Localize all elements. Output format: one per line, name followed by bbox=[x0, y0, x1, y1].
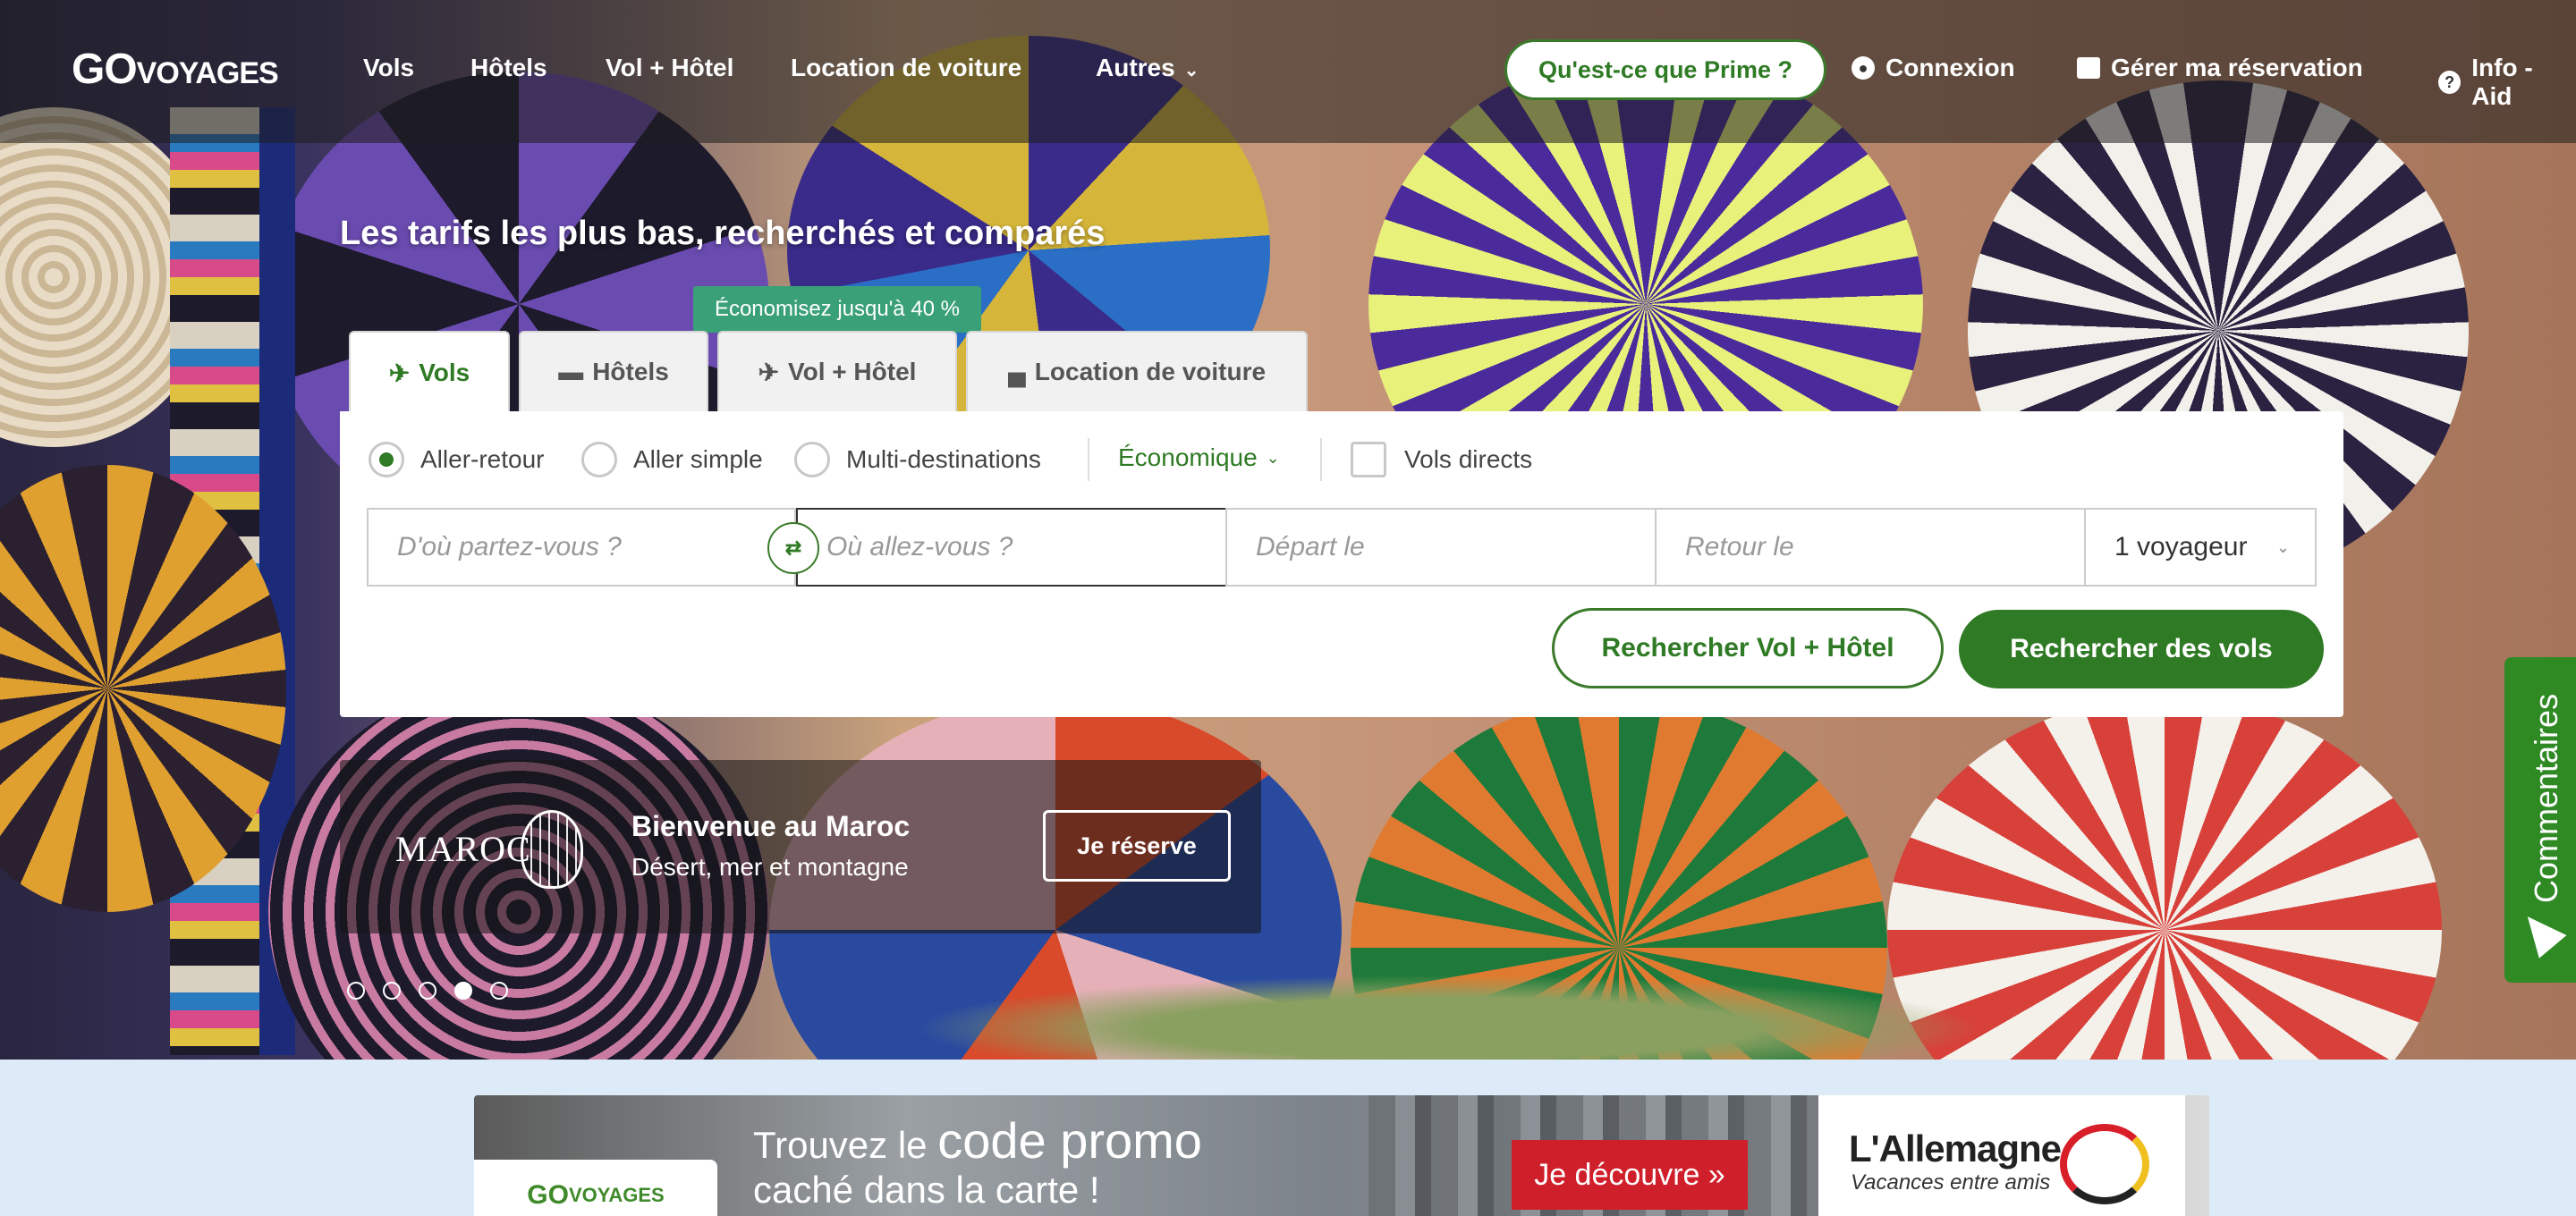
radio-button[interactable] bbox=[581, 442, 617, 477]
feedback-label[interactable]: Commentaires bbox=[2528, 694, 2565, 903]
carousel-dot[interactable] bbox=[490, 982, 508, 1000]
login-link[interactable]: ● Connexion bbox=[1852, 54, 2015, 82]
banner-germany-subtitle: Vacances entre amis bbox=[1851, 1170, 2051, 1195]
tab-location-voiture[interactable]: ▄ Location de voiture bbox=[966, 331, 1308, 411]
reserve-button[interactable]: Je réserve bbox=[1043, 810, 1231, 882]
manage-booking-label: Gérer ma réservation bbox=[2111, 54, 2363, 81]
nav-more-label: Autres bbox=[1096, 54, 1175, 81]
nav-link-vols[interactable]: Vols bbox=[363, 54, 414, 82]
banner-logo: GO VOYAGES bbox=[474, 1160, 717, 1216]
car-icon: ▄ bbox=[1007, 358, 1026, 385]
banner-logo-go: GO bbox=[527, 1180, 569, 1210]
tab-vol-hotel[interactable]: ✈ Vol + Hôtel bbox=[717, 331, 957, 411]
nav-link-location-voiture[interactable]: Location de voiture bbox=[791, 54, 1021, 82]
radio-button[interactable] bbox=[794, 442, 830, 477]
banner-line2: caché dans la carte ! bbox=[753, 1169, 1100, 1211]
divider bbox=[1088, 438, 1089, 481]
banner-logo-voyages: VOYAGES bbox=[568, 1184, 665, 1206]
tab-hotels[interactable]: ▬ Hôtels bbox=[519, 331, 708, 411]
banner-headline: Trouvez le code promo caché dans la cart… bbox=[753, 1116, 1202, 1212]
departure-date-input[interactable]: Départ le bbox=[1225, 508, 1657, 587]
divider bbox=[1320, 438, 1322, 481]
banner-line1: Trouvez le bbox=[753, 1124, 928, 1166]
promo-banner[interactable]: GO VOYAGES Trouvez le code promo caché da… bbox=[474, 1095, 2209, 1216]
login-label: Connexion bbox=[1885, 54, 2015, 81]
radio-multi-destinations[interactable]: Multi-destinations bbox=[794, 442, 1041, 477]
help-icon: ? bbox=[2438, 71, 2462, 94]
briefcase-icon bbox=[2077, 57, 2100, 79]
tab-label: Vol + Hôtel bbox=[788, 358, 917, 385]
germany-emblem-icon bbox=[2060, 1124, 2149, 1204]
carousel-dot-active[interactable] bbox=[454, 982, 472, 1000]
tab-label: Vols bbox=[419, 359, 470, 386]
carousel-dot[interactable] bbox=[347, 982, 365, 1000]
market-produce bbox=[912, 975, 1986, 1060]
tab-label: Hôtels bbox=[592, 358, 669, 385]
banner-code-promo: code promo bbox=[937, 1112, 1202, 1169]
site-logo[interactable]: GOVOYAGES bbox=[72, 45, 279, 94]
tab-vols[interactable]: ✈ Vols bbox=[349, 331, 510, 413]
promo-subtitle: Désert, mer et montagne bbox=[631, 853, 909, 881]
nav-link-hotels[interactable]: Hôtels bbox=[470, 54, 547, 82]
search-panel: Aller-retour Aller simple Multi-destinat… bbox=[340, 411, 2343, 717]
maroc-emblem-icon bbox=[521, 810, 583, 889]
help-link[interactable]: ? Info - Aid bbox=[2438, 54, 2576, 111]
banner-discover-button[interactable]: Je découvre » bbox=[1512, 1140, 1748, 1210]
radio-aller-retour[interactable]: Aller-retour bbox=[369, 442, 544, 477]
radio-button[interactable] bbox=[369, 442, 404, 477]
swap-icon[interactable]: ⇄ bbox=[767, 522, 819, 574]
maroc-logo: MAROC bbox=[395, 829, 531, 869]
banner-germany-title: L'Allemagne bbox=[1849, 1127, 2062, 1170]
cabin-label: Économique bbox=[1118, 443, 1258, 471]
plane-icon: ✈ bbox=[388, 359, 411, 387]
radio-aller-simple[interactable]: Aller simple bbox=[581, 442, 763, 477]
search-flight-hotel-button[interactable]: Rechercher Vol + Hôtel bbox=[1552, 608, 1944, 688]
nav-more-menu[interactable]: Autres ⌄ bbox=[1096, 54, 1199, 82]
destination-input[interactable]: Où allez-vous ? bbox=[796, 508, 1227, 587]
chevron-down-icon: ⌄ bbox=[1183, 61, 1199, 80]
help-label: Info - Aid bbox=[2471, 54, 2533, 110]
carousel-dot[interactable] bbox=[419, 982, 436, 1000]
travelers-select[interactable]: 1 voyageur ⌄ bbox=[2084, 508, 2317, 587]
promo-title: Bienvenue au Maroc bbox=[631, 810, 911, 842]
radio-label: Multi-destinations bbox=[846, 445, 1041, 473]
nav-link-vol-hotel[interactable]: Vol + Hôtel bbox=[606, 54, 733, 82]
chevron-down-icon: ⌄ bbox=[1266, 448, 1280, 467]
prime-button[interactable]: Qu'est-ce que Prime ? bbox=[1504, 39, 1826, 100]
travelers-label: 1 voyageur bbox=[2114, 532, 2248, 562]
radio-label: Aller-retour bbox=[420, 445, 545, 473]
checkbox-label: Vols directs bbox=[1404, 445, 1533, 473]
chevron-down-icon: ⌄ bbox=[2275, 537, 2290, 556]
user-icon: ● bbox=[1852, 56, 1875, 80]
tab-label: Location de voiture bbox=[1034, 358, 1267, 385]
manage-booking-link[interactable]: Gérer ma réservation bbox=[2077, 54, 2363, 82]
cabin-class-select[interactable]: Économique ⌄ bbox=[1118, 443, 1280, 472]
search-flights-button[interactable]: Rechercher des vols bbox=[1959, 610, 2324, 688]
promo-card: MAROC Bienvenue au Maroc Désert, mer et … bbox=[340, 760, 1261, 933]
banner-germany-panel: L'Allemagne Vacances entre amis bbox=[1818, 1095, 2185, 1216]
bed-icon: ▬ bbox=[558, 358, 584, 385]
checkbox[interactable] bbox=[1351, 442, 1386, 477]
savings-tag: Économisez jusqu'à 40 % bbox=[693, 286, 981, 345]
top-navigation: GOVOYAGES Vols Hôtels Vol + Hôtel Locati… bbox=[0, 0, 2576, 143]
carousel-dot[interactable] bbox=[383, 982, 401, 1000]
origin-input[interactable]: D'où partez-vous ? bbox=[367, 508, 796, 587]
return-date-input[interactable]: Retour le bbox=[1655, 508, 2086, 587]
radio-label: Aller simple bbox=[633, 445, 763, 473]
hero-title: Les tarifs les plus bas, recherchés et c… bbox=[340, 215, 1106, 252]
carousel-dots bbox=[347, 982, 508, 1000]
direct-flights-option[interactable]: Vols directs bbox=[1351, 442, 1532, 477]
plane-hotel-icon: ✈ bbox=[758, 358, 780, 386]
